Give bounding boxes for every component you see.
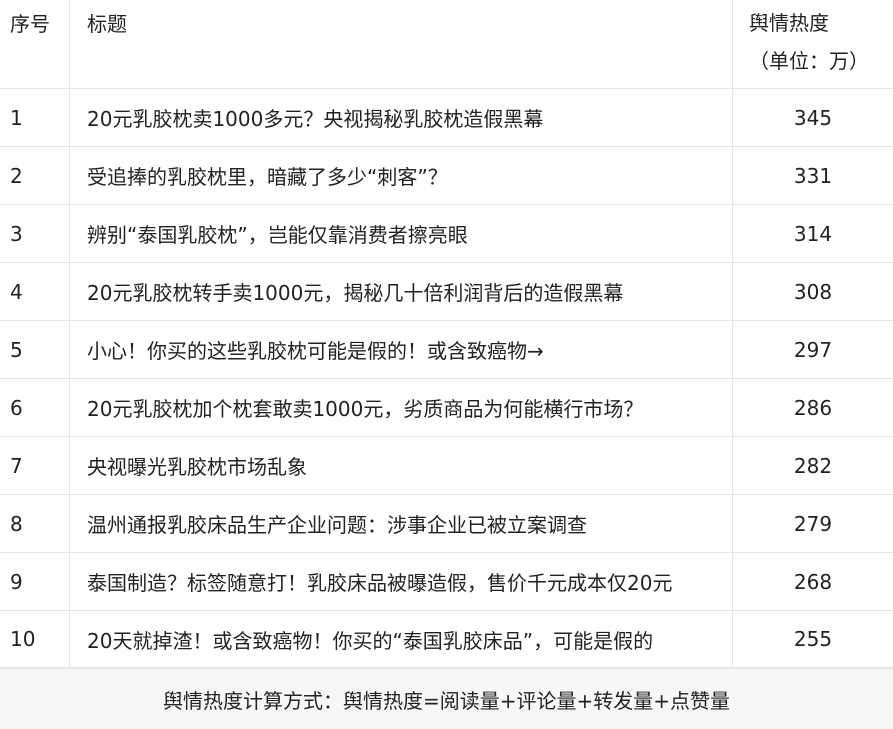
row-index: 6 [0, 379, 70, 436]
header-heat-unit: （单位：万） [749, 49, 869, 73]
table-row: 10 20天就掉渣！或含致癌物！你买的“泰国乳胶床品”，可能是假的 255 [0, 611, 893, 668]
row-index: 1 [0, 89, 70, 146]
table-row: 7 央视曝光乳胶枕市场乱象 282 [0, 437, 893, 495]
row-heat: 297 [793, 337, 833, 362]
row-index: 10 [0, 611, 70, 667]
row-heat: 308 [793, 279, 833, 304]
row-heat: 279 [793, 511, 833, 536]
row-title: 辨别“泰国乳胶枕”，岂能仅靠消费者擦亮眼 [70, 205, 733, 262]
table-row: 8 温州通报乳胶床品生产企业问题：涉事企业已被立案调查 279 [0, 495, 893, 553]
table-row: 2 受追捧的乳胶枕里，暗藏了多少“刺客”？ 331 [0, 147, 893, 205]
row-heat: 331 [793, 163, 833, 188]
row-title: 泰国制造？标签随意打！乳胶床品被曝造假，售价千元成本仅20元 [70, 553, 733, 610]
header-heat: 舆情热度 （单位：万） [733, 0, 893, 88]
row-heat: 282 [793, 453, 833, 478]
row-index: 5 [0, 321, 70, 378]
row-title: 小心！你买的这些乳胶枕可能是假的！或含致癌物→ [70, 321, 733, 378]
table-row: 3 辨别“泰国乳胶枕”，岂能仅靠消费者擦亮眼 314 [0, 205, 893, 263]
heat-ranking-table: 序号 标题 舆情热度 （单位：万） 1 20元乳胶枕卖1000多元？央视揭秘乳胶… [0, 0, 893, 729]
table-header-row: 序号 标题 舆情热度 （单位：万） [0, 0, 893, 89]
row-title: 受追捧的乳胶枕里，暗藏了多少“刺客”？ [70, 147, 733, 204]
row-index: 9 [0, 553, 70, 610]
table-row: 1 20元乳胶枕卖1000多元？央视揭秘乳胶枕造假黑幕 345 [0, 89, 893, 147]
table-row: 5 小心！你买的这些乳胶枕可能是假的！或含致癌物→ 297 [0, 321, 893, 379]
row-index: 8 [0, 495, 70, 552]
row-title: 20天就掉渣！或含致癌物！你买的“泰国乳胶床品”，可能是假的 [70, 611, 733, 667]
table-row: 6 20元乳胶枕加个枕套敢卖1000元，劣质商品为何能横行市场？ 286 [0, 379, 893, 437]
row-index: 7 [0, 437, 70, 494]
row-heat: 286 [793, 395, 833, 420]
table-footnote: 舆情热度计算方式：舆情热度=阅读量+评论量+转发量+点赞量 [0, 668, 893, 729]
row-heat: 345 [793, 105, 833, 130]
row-title: 温州通报乳胶床品生产企业问题：涉事企业已被立案调查 [70, 495, 733, 552]
row-title: 央视曝光乳胶枕市场乱象 [70, 437, 733, 494]
row-title: 20元乳胶枕转手卖1000元，揭秘几十倍利润背后的造假黑幕 [70, 263, 733, 320]
header-heat-label: 舆情热度 [749, 11, 829, 35]
table-row: 4 20元乳胶枕转手卖1000元，揭秘几十倍利润背后的造假黑幕 308 [0, 263, 893, 321]
row-heat: 268 [793, 569, 833, 594]
row-heat: 314 [793, 221, 833, 246]
row-index: 3 [0, 205, 70, 262]
row-heat: 255 [793, 627, 833, 651]
table-row: 9 泰国制造？标签随意打！乳胶床品被曝造假，售价千元成本仅20元 268 [0, 553, 893, 611]
row-index: 4 [0, 263, 70, 320]
row-title: 20元乳胶枕加个枕套敢卖1000元，劣质商品为何能横行市场？ [70, 379, 733, 436]
row-title: 20元乳胶枕卖1000多元？央视揭秘乳胶枕造假黑幕 [70, 89, 733, 146]
header-index: 序号 [0, 0, 70, 88]
header-title: 标题 [70, 0, 733, 88]
row-index: 2 [0, 147, 70, 204]
